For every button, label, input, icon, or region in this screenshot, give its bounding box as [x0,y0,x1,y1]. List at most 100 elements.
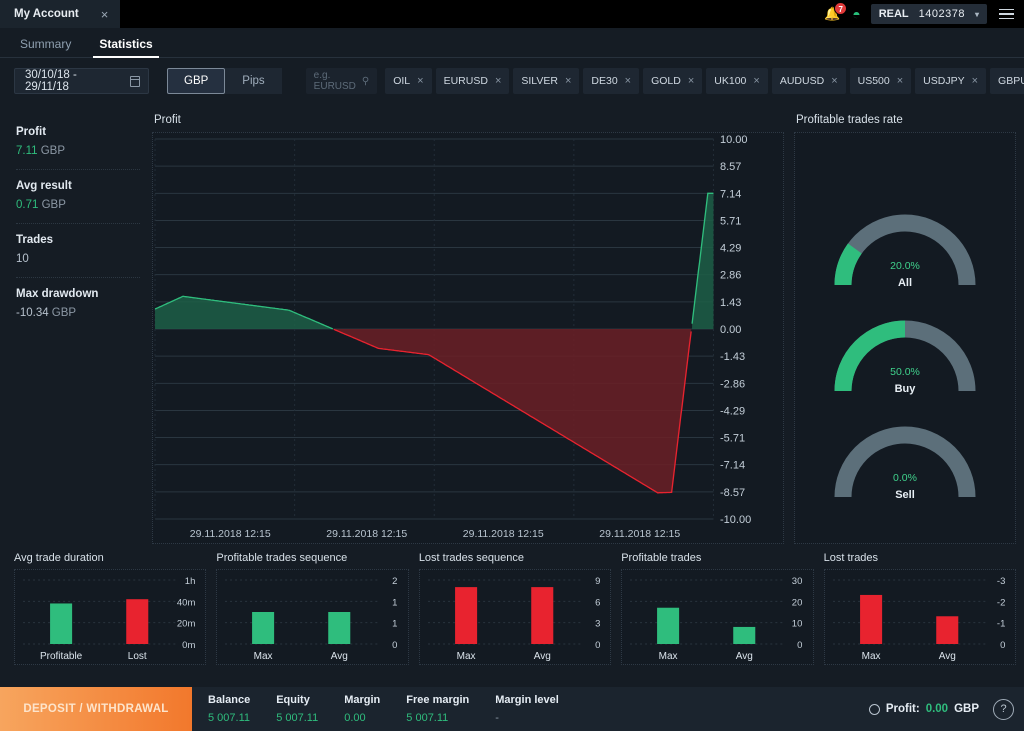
svg-text:Avg: Avg [736,651,753,662]
svg-text:7.14: 7.14 [720,188,741,200]
remove-instrument-icon[interactable]: × [688,75,694,87]
mini-chart-plot[interactable]: 2 1 1 0 Max Avg [216,569,409,665]
profitable-rate-section: Profitable trades rate 20.0% All 50.0% Buy 0… [794,108,1016,544]
svg-text:Lost: Lost [128,651,147,662]
mini-chart-canvas: 2 1 1 0 Max Avg [225,576,398,662]
gauge-label: Buy [895,383,917,395]
svg-text:-2: -2 [997,597,1005,608]
figure-label: Margin [344,694,381,706]
svg-text:30: 30 [792,576,803,587]
stat-unit: GBP [48,307,77,319]
help-icon[interactable]: ? [993,698,1014,720]
instrument-tag-label: UK100 [714,75,747,87]
instrument-tag-gold[interactable]: GOLD × [643,68,703,94]
profit-chart-title: Profit [154,114,181,126]
figure-value: 5 007.11 [208,712,251,724]
hamburger-menu-icon[interactable] [997,7,1016,22]
figure-label: Free margin [406,694,470,706]
instrument-tag-uk100[interactable]: UK100 × [706,68,768,94]
unit-option-pips[interactable]: Pips [225,68,282,94]
instrument-tag-audusd[interactable]: AUDUSD × [771,68,846,94]
close-icon[interactable]: × [101,7,109,22]
instrument-tag-label: AUDUSD [779,75,825,87]
date-range-picker[interactable]: 30/10/18 - 29/11/18 [14,68,149,94]
mini-chart-plot[interactable]: 9 6 3 0 Max Avg [418,569,612,665]
svg-text:1: 1 [392,597,397,608]
profit-chart[interactable]: 10.00 8.57 7.14 5.71 4.29 2.86 1.43 0.00 -1.43 -2… [152,132,784,544]
menu-line [999,13,1014,15]
unit-option-gbp[interactable]: GBP [167,68,226,94]
rate-panel-title: Profitable trades rate [796,114,903,126]
mini-chart-canvas: -3 -2 -1 0 Max Avg [832,576,1005,662]
svg-text:Profitable: Profitable [40,651,83,662]
remove-instrument-icon[interactable]: × [753,75,759,87]
svg-text:-8.57: -8.57 [720,487,745,499]
instrument-tag-label: US500 [857,75,890,87]
remove-instrument-icon[interactable]: × [417,75,423,87]
tab-summary[interactable]: Summary [20,37,71,57]
title-bar: My Account × 🔔 7 ◓ REAL 1402378 ▾ [0,0,1024,28]
svg-text:Avg: Avg [938,651,955,662]
stat-label: Max drawdown [16,288,99,300]
svg-text:-5.71: -5.71 [720,432,745,444]
instrument-tag-oil[interactable]: OIL × [385,68,432,94]
stat-value: 7.11 [16,145,38,157]
remove-instrument-icon[interactable]: × [972,75,978,87]
stat-value: 10 [16,253,29,265]
instrument-tag-de30[interactable]: DE30 × [583,68,640,94]
account-selector[interactable]: REAL 1402378 ▾ [870,4,987,24]
svg-text:1.43: 1.43 [720,297,741,309]
profit-currency: GBP [954,703,979,715]
svg-text:8.57: 8.57 [720,161,741,173]
tab-statistics[interactable]: Statistics [93,37,160,58]
stat-value-row: 10 [16,253,140,265]
figure-label: Balance [208,694,251,706]
svg-text:29.11.2018 12:15: 29.11.2018 12:15 [463,528,544,540]
mini-chart-title: Profitable trades sequence [216,552,348,564]
account-tab[interactable]: My Account × [0,0,121,28]
remove-instrument-icon[interactable]: × [625,75,631,87]
figure-margin-level: Margin level - [495,694,559,724]
svg-text:-3: -3 [997,576,1005,587]
instrument-tag-usdjpy[interactable]: USDJPY × [915,68,987,94]
instrument-search[interactable]: e.g. EURUSD ⚲ [305,68,378,94]
instrument-tag-eurusd[interactable]: EURUSD × [435,68,510,94]
stat-value: -10.34 [16,307,49,319]
stat-label: Trades [16,234,54,246]
summary-stats: Profit 7.11 GBP Avg result 0.71 GBP Trades 10… [0,108,152,544]
instrument-tag-us500[interactable]: US500 × [849,68,912,94]
instrument-tag-silver[interactable]: SILVER × [513,68,580,94]
menu-line [999,8,1014,11]
figure-value: - [495,712,499,724]
search-placeholder: e.g. EURUSD [313,70,356,92]
svg-text:20: 20 [792,597,803,608]
mini-charts-row: Avg trade duration 1h 40m 20m 0m Profitable Lo… [0,544,1024,665]
notifications-button[interactable]: 🔔 7 [824,2,848,23]
calendar-icon [129,75,140,87]
instrument-tag-label: GOLD [651,75,681,87]
remove-instrument-icon[interactable]: × [565,75,571,87]
remove-instrument-icon[interactable]: × [495,75,501,87]
mini-chart-plot[interactable]: 1h 40m 20m 0m Profitable Lost [14,569,207,665]
mini-chart-title: Lost trades [823,552,879,564]
svg-text:0: 0 [595,640,600,651]
svg-text:40m: 40m [177,597,196,608]
stat-unit: GBP [38,199,66,211]
instrument-tag-label: GBPUSD [998,75,1024,87]
svg-text:0: 0 [1000,640,1005,651]
search-icon: ⚲ [361,75,370,87]
svg-text:20m: 20m [177,619,196,630]
instrument-tag-gbpusd[interactable]: GBPUSD× [990,68,1024,94]
mini-chart-plot[interactable]: -3 -2 -1 0 Max Avg [823,569,1017,665]
main-content: Profit 7.11 GBP Avg result 0.71 GBP Trades 10… [0,104,1024,544]
deposit-withdrawal-button[interactable]: DEPOSIT / WITHDRAWAL [0,687,192,731]
figure-label: Equity [276,694,310,706]
remove-instrument-icon[interactable]: × [831,75,837,87]
mini-chart-plot[interactable]: 30 20 10 0 Max Avg [621,569,814,665]
mini-chart-lost-trades-sequence: Lost trades sequence 9 6 3 0 Max Avg [418,552,612,665]
remove-instrument-icon[interactable]: × [897,75,903,87]
instrument-tag-label: SILVER [521,75,558,87]
mini-chart-canvas: 1h 40m 20m 0m Profitable Lost [23,576,196,662]
svg-text:29.11.2018 12:15: 29.11.2018 12:15 [599,528,680,540]
svg-text:-4.29: -4.29 [720,406,745,418]
